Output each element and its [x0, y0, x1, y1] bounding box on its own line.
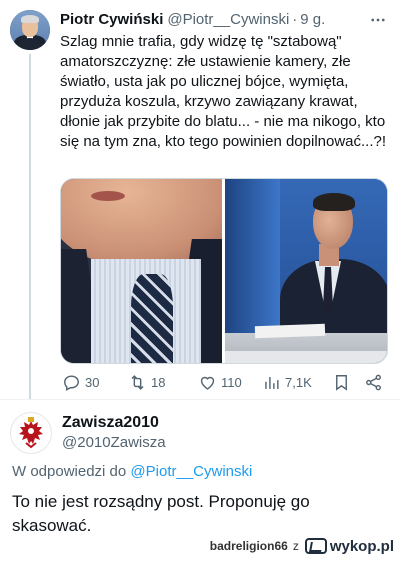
- reply-icon: [64, 374, 79, 391]
- like-count: 110: [221, 374, 242, 390]
- watermark-footer: badreligion66 z wykop.pl: [210, 535, 394, 557]
- eagle-emblem-icon: [19, 417, 43, 449]
- tweet[interactable]: Piotr Cywiński @Piotr__Cywinski · 9 g. S…: [0, 0, 400, 400]
- tv-studio-photo[interactable]: [225, 179, 387, 363]
- bookmark-button[interactable]: [332, 373, 355, 392]
- bookmark-icon: [336, 374, 347, 391]
- watermark-username: badreligion66: [209, 539, 288, 553]
- reply-count: 30: [85, 374, 100, 390]
- reply-button[interactable]: 30: [62, 373, 99, 392]
- tv-closeup-photo[interactable]: [61, 179, 222, 363]
- wykop-logo-icon: [304, 538, 327, 554]
- tweet-actions: 30 18 110 7,1K: [56, 370, 386, 394]
- reply-text: To nie jest rozsądny post. Proponuję go …: [12, 492, 310, 535]
- share-icon: [366, 374, 381, 390]
- share-button[interactable]: [364, 373, 387, 392]
- tweet-text: Szlag mnie trafia, gdy widzę tę "sztabow…: [60, 33, 390, 150]
- watermark-by: z: [292, 539, 299, 553]
- tweet-media[interactable]: [60, 178, 388, 364]
- thread-line: [29, 54, 31, 399]
- reply-avatar[interactable]: [10, 412, 52, 454]
- author-avatar[interactable]: [10, 10, 50, 50]
- retweet-button[interactable]: 18: [128, 373, 165, 392]
- more-horizontal-icon[interactable]: [368, 10, 388, 30]
- tweet-time[interactable]: 9 g.: [300, 10, 325, 30]
- retweet-count: 18: [151, 374, 166, 390]
- replying-prefix: W odpowiedzi do: [12, 463, 127, 480]
- tweet-body: Piotr Cywiński @Piotr__Cywinski · 9 g. S…: [60, 10, 388, 152]
- separator-dot: ·: [292, 11, 298, 28]
- reply-author-handle[interactable]: @2010Zawisza: [62, 433, 166, 453]
- wykop-site: wykop.pl: [329, 537, 394, 555]
- author-avatar-column: [10, 10, 50, 399]
- views-chart-icon: [265, 376, 279, 389]
- reply-author-name[interactable]: Zawisza2010: [62, 413, 159, 433]
- views-button[interactable]: 7,1K: [262, 373, 312, 392]
- heart-icon: [200, 376, 215, 390]
- replying-to-mention[interactable]: @Piotr__Cywinski: [130, 463, 252, 480]
- author-name[interactable]: Piotr Cywiński: [60, 10, 163, 30]
- wykop-logo: wykop.pl: [304, 537, 394, 555]
- tweet-header: Piotr Cywiński @Piotr__Cywinski · 9 g.: [60, 10, 388, 30]
- views-count: 7,1K: [285, 374, 312, 390]
- author-handle[interactable]: @Piotr__Cywinski: [167, 10, 289, 30]
- like-button[interactable]: 110: [198, 373, 242, 392]
- replying-to: W odpowiedzi do @Piotr__Cywinski: [12, 462, 252, 482]
- retweet-icon: [131, 374, 144, 390]
